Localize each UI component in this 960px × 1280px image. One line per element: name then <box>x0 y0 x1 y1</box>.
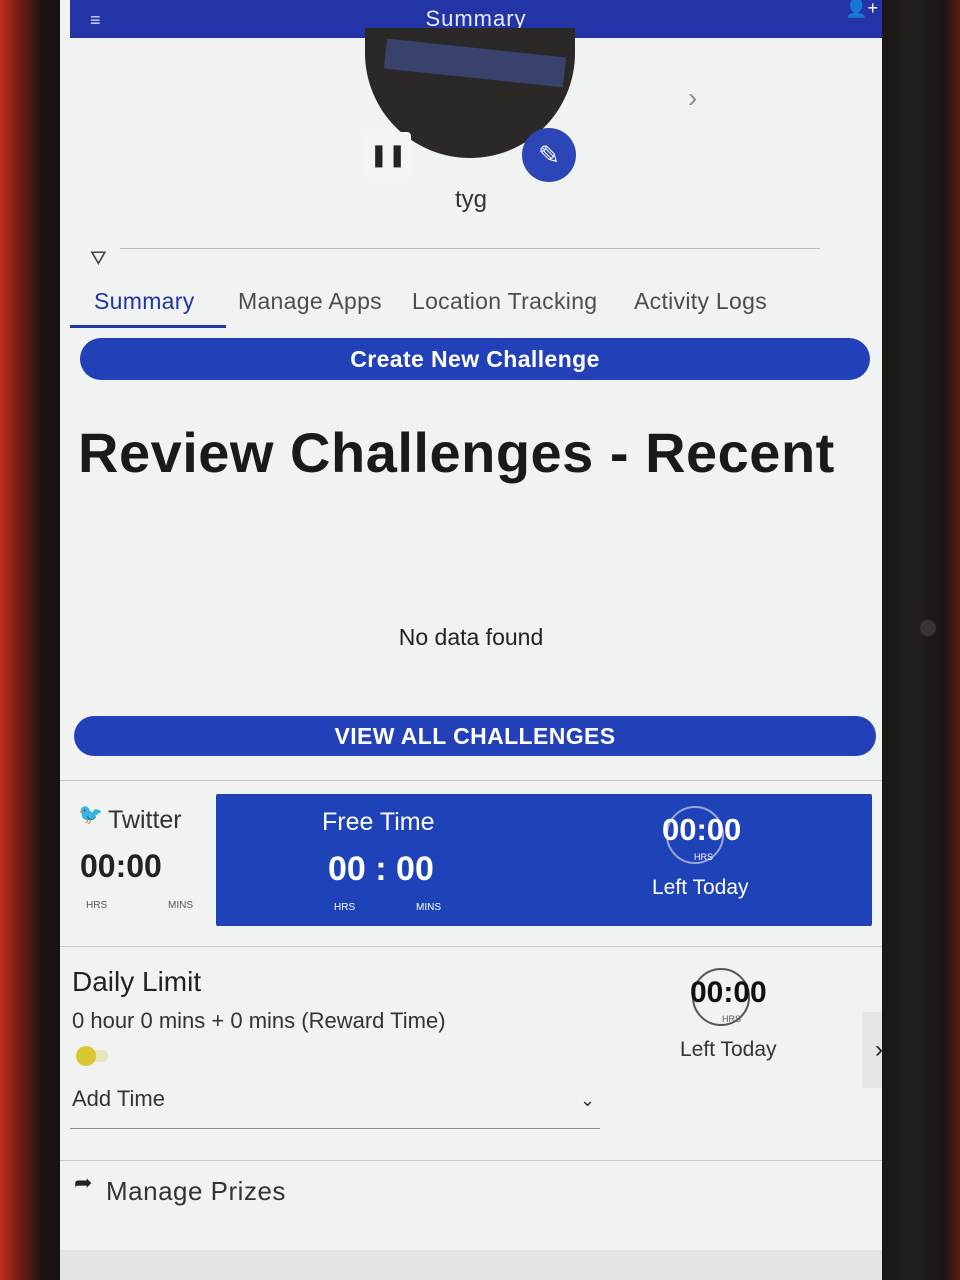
edit-profile-button[interactable]: ✎ <box>522 128 576 182</box>
daily-time-left-label: Left Today <box>680 1038 777 1061</box>
next-chevron-icon[interactable]: › <box>862 1012 882 1088</box>
add-user-icon[interactable]: 👤+ <box>845 0 878 19</box>
twitter-icon: 🐦 <box>78 804 103 826</box>
bottom-edge <box>60 1250 882 1280</box>
mins-unit: MINS <box>168 900 193 911</box>
app-name-label: Twitter <box>108 806 182 834</box>
add-time-select[interactable]: Add Time <box>72 1086 165 1112</box>
pause-button[interactable]: ❚❚ <box>365 132 411 178</box>
challenges-heading: Review Challenges - Recent <box>78 421 835 484</box>
avatar-photo-detail <box>383 38 567 88</box>
add-time-underline <box>70 1128 600 1129</box>
chevron-down-icon[interactable]: ⌄ <box>580 1090 595 1111</box>
daily-limit-toggle[interactable] <box>76 1046 96 1066</box>
active-tab-indicator <box>70 325 226 328</box>
tab-manage-apps[interactable]: Manage Apps <box>238 288 382 315</box>
create-challenge-button[interactable]: Create New Challenge <box>80 338 870 380</box>
profile-username: tyg <box>454 186 487 213</box>
hrs-unit: HRS <box>86 900 108 911</box>
time-left-value: 00:00 <box>662 812 742 847</box>
time-left-label: Left Today <box>652 876 749 899</box>
empty-state-text: No data found <box>398 624 544 650</box>
tab-bar: Summary Manage Apps Location Tracking Ac… <box>70 280 870 328</box>
app-usage-time: 00:00 <box>80 848 162 884</box>
filter-divider <box>120 248 820 249</box>
tab-summary[interactable]: Summary <box>94 288 195 315</box>
free-time-card[interactable]: Free Time 00 : 00 HRS MINS 00:00 HRS Lef… <box>216 794 872 926</box>
share-arrow-icon[interactable]: ➦ <box>74 1170 92 1196</box>
app-screen: ≡ Summary 👤+ ❚❚ ✎ › tyg ⛛ Summary Manage… <box>60 0 882 1280</box>
daily-time-left-value: 00:00 <box>690 976 767 1009</box>
device-camera <box>920 620 936 636</box>
mins-unit: MINS <box>416 902 441 913</box>
divider <box>60 1160 882 1161</box>
free-time-value: 00 : 00 <box>328 850 434 888</box>
hrs-unit: HRS <box>334 902 356 913</box>
next-profile-chevron-icon[interactable]: › <box>688 82 697 114</box>
daily-limit-subtitle: 0 hour 0 mins + 0 mins (Reward Time) <box>72 1008 446 1033</box>
time-left-hrs-unit: HRS <box>694 852 714 862</box>
daily-limit-title: Daily Limit <box>72 966 202 997</box>
free-time-label: Free Time <box>322 808 435 836</box>
manage-prizes-link[interactable]: Manage Prizes <box>106 1176 286 1207</box>
view-all-challenges-button[interactable]: VIEW ALL CHALLENGES <box>74 716 876 756</box>
tab-activity-logs[interactable]: Activity Logs <box>634 288 767 315</box>
divider <box>60 946 882 947</box>
tab-location-tracking[interactable]: Location Tracking <box>412 288 597 315</box>
filter-icon[interactable]: ⛛ <box>90 248 107 271</box>
device-bezel-right <box>880 0 960 1280</box>
daily-time-left-hrs-unit: HRS <box>722 1014 742 1024</box>
divider <box>60 780 882 781</box>
